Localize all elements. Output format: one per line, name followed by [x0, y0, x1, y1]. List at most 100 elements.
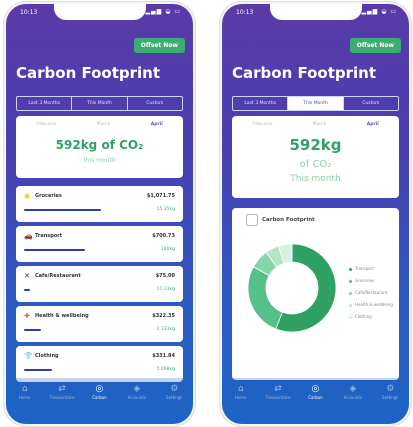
home-icon: ⌂	[21, 384, 28, 394]
legend-item: Clothing	[349, 314, 393, 319]
category-card[interactable]: 🚗 Transport $700.73 180kg	[16, 226, 183, 262]
legend-dot	[349, 279, 352, 283]
settings-icon: ⚙	[170, 384, 179, 394]
category-name: Groceries	[35, 193, 62, 199]
total-card: February March April 592kg of CO₂ this m…	[16, 116, 183, 178]
tab-this-month[interactable]: This Month	[72, 97, 128, 110]
accounts-icon: ◈	[133, 384, 141, 394]
status-icons: ▂▄▆ ◒ ▭	[145, 8, 181, 15]
nav-tab-carbon[interactable]: ◎ Carbon	[84, 384, 114, 400]
legend-label: Clothing	[355, 314, 372, 319]
nav-label: Accounts	[127, 395, 146, 400]
month-prev-prev[interactable]: February	[252, 122, 272, 127]
total-unit: of CO₂	[299, 159, 332, 170]
nav-tab-accounts[interactable]: ◈ Accounts	[338, 384, 368, 400]
month-prev[interactable]: March	[313, 122, 327, 127]
nav-tab-home[interactable]: ⌂ Home	[226, 384, 256, 400]
transactions-icon: ⇄	[274, 384, 282, 394]
donut-slice-groceries	[247, 266, 283, 330]
tab-last-3-months[interactable]: Last 3 Months	[233, 97, 289, 110]
category-co2: 2.333kg	[156, 327, 175, 332]
category-card[interactable]: ◉ Groceries $1,071.75 15.35kg	[16, 186, 183, 222]
month-prev[interactable]: March	[97, 122, 111, 127]
category-co2: 11.13kg	[156, 287, 175, 292]
nav-tab-settings[interactable]: ⚙ Settings	[375, 384, 405, 400]
category-icon: ✕	[24, 272, 30, 280]
offset-now-button[interactable]: Offset Now	[349, 38, 401, 53]
notch	[269, 4, 362, 20]
legend-dot	[349, 267, 352, 271]
nav-label: Carbon	[92, 395, 107, 400]
nav-label: Carbon	[308, 395, 323, 400]
category-progress-bar	[24, 289, 30, 291]
category-progress-bar	[24, 329, 41, 331]
month-current[interactable]: April	[151, 122, 163, 127]
nav-label: Home	[18, 395, 31, 400]
nav-tab-settings[interactable]: ⚙ Settings	[159, 384, 189, 400]
nav-label: Transactions	[265, 395, 291, 400]
nav-tab-transactions[interactable]: ⇄ Transactions	[47, 384, 77, 400]
legend-dot	[349, 291, 352, 295]
category-progress-bar	[24, 369, 52, 371]
accounts-icon: ◈	[349, 384, 357, 394]
category-name: Clothing	[35, 353, 59, 359]
chart-icon	[246, 214, 258, 226]
tab-this-month[interactable]: This Month	[288, 97, 344, 110]
nav-label: Transactions	[49, 395, 75, 400]
carbon-icon: ◎	[95, 384, 104, 394]
month-picker: February March April	[16, 122, 183, 127]
carbon-icon: ◎	[311, 384, 320, 394]
legend-label: Cafe/Restaurant	[355, 290, 388, 295]
category-co2: 15.35kg	[156, 207, 175, 212]
legend-label: Health & wellbeing	[355, 302, 393, 307]
transactions-icon: ⇄	[58, 384, 66, 394]
nav-tab-home[interactable]: ⌂ Home	[10, 384, 40, 400]
category-progress-bar	[24, 249, 85, 251]
nav-tab-carbon[interactable]: ◎ Carbon	[300, 384, 330, 400]
phone-screen-chart: 10:13 ▂▄▆ ◒ ▭ Offset Now Carbon Footprin…	[222, 4, 409, 424]
bottom-nav: ⌂ Home ⇄ Transactions ◎ Carbon ◈ Accounts ⚙ Setti…	[222, 378, 409, 424]
category-co2: 5.098kg	[156, 367, 175, 372]
phone-screen-categories: 10:13 ▂▄▆ ◒ ▭ Offset Now Carbon Footprin…	[6, 4, 193, 424]
status-time: 10:13	[20, 9, 38, 16]
month-current[interactable]: April	[367, 122, 379, 127]
tab-custom[interactable]: Custom	[344, 97, 398, 110]
notch	[53, 4, 146, 20]
tab-last-3-months[interactable]: Last 3 Months	[17, 97, 73, 110]
category-name: Transport	[35, 233, 63, 239]
category-amount: $322.35	[152, 313, 175, 319]
nav-label: Accounts	[343, 395, 362, 400]
legend-dot	[349, 315, 352, 319]
total-subtitle: This month	[290, 174, 341, 184]
legend-item: Cafe/Restaurant	[349, 290, 393, 295]
nav-tab-accounts[interactable]: ◈ Accounts	[122, 384, 152, 400]
month-picker: February March April	[232, 122, 399, 127]
page-title: Carbon Footprint	[16, 64, 161, 82]
category-icon: ✚	[24, 312, 30, 320]
tab-custom[interactable]: Custom	[128, 97, 182, 110]
category-card[interactable]: ✚ Health & wellbeing $322.35 2.333kg	[16, 306, 183, 342]
nav-tab-transactions[interactable]: ⇄ Transactions	[263, 384, 293, 400]
category-card[interactable]: 👕 Clothing $331.84 5.098kg	[16, 346, 183, 382]
period-segmented-control: Last 3 Months This Month Custom	[16, 96, 183, 111]
legend-item: Transport	[349, 266, 393, 271]
category-amount: $331.84	[152, 353, 175, 359]
month-prev-prev[interactable]: February	[36, 122, 56, 127]
period-segmented-control: Last 3 Months This Month Custom	[232, 96, 399, 111]
chart-card: Carbon Footprint Transport Groceries Cafe/…	[232, 208, 399, 380]
nav-label: Settings	[166, 395, 183, 400]
category-name: Health & wellbeing	[35, 313, 89, 319]
category-amount: $75.00	[155, 273, 175, 279]
legend-label: Groceries	[355, 278, 375, 283]
offset-now-button[interactable]: Offset Now	[133, 38, 185, 53]
category-name: Cafe/Restaurant	[35, 273, 81, 279]
legend-label: Transport	[355, 266, 374, 271]
category-progress-bar	[24, 209, 101, 211]
category-card[interactable]: ✕ Cafe/Restaurant $75.00 11.13kg	[16, 266, 183, 302]
status-time: 10:13	[236, 9, 254, 16]
total-subtitle: this month	[83, 157, 116, 164]
total-value: 592kg of CO₂	[55, 138, 144, 152]
category-amount: $1,071.75	[146, 193, 175, 199]
category-icon: 🚗	[24, 232, 33, 240]
category-icon: ◉	[24, 192, 31, 200]
